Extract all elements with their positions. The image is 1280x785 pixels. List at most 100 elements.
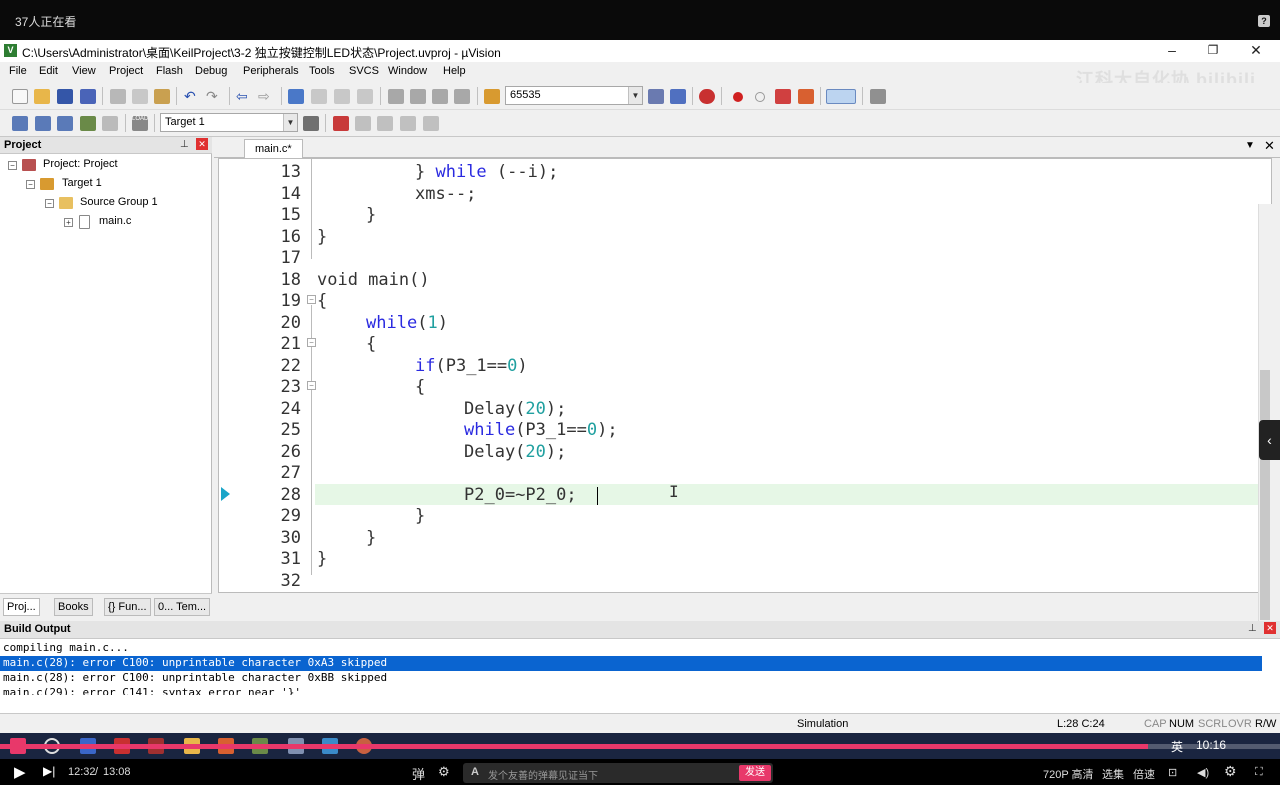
find-combo[interactable]: 65535 ▼ (505, 86, 643, 105)
fold-icon[interactable]: − (307, 338, 316, 347)
close-panel-icon[interactable]: ✕ (196, 138, 208, 150)
side-panel-toggle-icon[interactable]: ‹ (1259, 420, 1280, 460)
code-editor[interactable]: 13 14 15 16 17 18 19 20 21 22 23 24 25 2… (218, 158, 1272, 593)
menu-peripherals[interactable]: Peripherals (243, 65, 299, 77)
menu-window[interactable]: Window (388, 65, 427, 77)
menu-help[interactable]: Help (443, 65, 466, 77)
chevron-down-icon[interactable]: ▼ (628, 87, 642, 104)
menu-debug[interactable]: Debug (195, 65, 227, 77)
manage-rte-icon[interactable] (400, 116, 416, 131)
tab-templates[interactable]: 0... Tem... (154, 598, 211, 616)
build-output-line[interactable]: main.c(29): error C141: syntax error nea… (0, 686, 1262, 695)
speed-button[interactable]: 倍速 (1133, 766, 1155, 782)
manage-components-icon[interactable] (333, 116, 349, 131)
indent-icon[interactable] (388, 89, 404, 104)
open-folder-icon[interactable] (34, 89, 50, 104)
menu-view[interactable]: View (72, 65, 96, 77)
expand-icon[interactable]: + (64, 218, 73, 227)
stop-build-icon[interactable] (102, 116, 118, 131)
tab-project[interactable]: Proj... (3, 598, 40, 616)
fold-icon[interactable]: − (307, 381, 316, 390)
close-window-button[interactable]: ✕ (1246, 42, 1266, 58)
clear-bookmarks-icon[interactable] (357, 89, 373, 104)
input-language[interactable]: 英 (1171, 738, 1183, 755)
next-bookmark-icon[interactable] (334, 89, 350, 104)
incremental-find-icon[interactable] (670, 89, 686, 104)
redo-icon[interactable]: ↷ (206, 89, 222, 104)
danmaku-toggle-icon[interactable]: 弹 (412, 764, 425, 783)
tab-functions[interactable]: {} Fun... (104, 598, 151, 616)
file-extensions-icon[interactable] (355, 116, 371, 131)
prev-bookmark-icon[interactable] (311, 89, 327, 104)
menu-flash[interactable]: Flash (156, 65, 183, 77)
chevron-down-icon[interactable]: ▼ (283, 114, 297, 131)
find-icon[interactable] (648, 89, 664, 104)
build-icon[interactable] (35, 116, 51, 131)
editor-vertical-scroll-thumb[interactable] (1260, 370, 1270, 620)
menu-tools[interactable]: Tools (309, 65, 335, 77)
quality-select[interactable]: 720P 高清 (1043, 766, 1094, 782)
maximize-button[interactable]: ❐ (1203, 42, 1223, 58)
undo-icon[interactable]: ↶ (184, 89, 200, 104)
subtitle-icon[interactable]: ⊡ (1168, 766, 1177, 779)
find-in-files-icon[interactable] (484, 89, 500, 104)
collapse-icon[interactable]: − (26, 180, 35, 189)
target-options-icon[interactable] (303, 116, 319, 131)
menu-file[interactable]: File (9, 65, 27, 77)
fullscreen-icon[interactable]: ⛶ (1255, 766, 1263, 779)
build-output-line-selected[interactable]: main.c(28): error C100: unprintable char… (0, 656, 1262, 671)
cut-icon[interactable] (110, 89, 126, 104)
pack-installer-icon[interactable] (423, 116, 439, 131)
menu-edit[interactable]: Edit (39, 65, 58, 77)
tab-list-icon[interactable]: ▼ (1245, 140, 1255, 151)
disable-breakpoint-icon[interactable] (755, 92, 765, 102)
collapse-icon[interactable]: − (45, 199, 54, 208)
tab-main-c[interactable]: main.c* (244, 139, 303, 158)
comment-icon[interactable] (432, 89, 448, 104)
disable-all-breakpoints-icon[interactable] (798, 89, 814, 104)
collapse-icon[interactable]: − (8, 161, 17, 170)
kill-breakpoints-icon[interactable] (775, 89, 791, 104)
select-packs-icon[interactable] (377, 116, 393, 131)
pin-icon[interactable]: ⊥ (180, 139, 189, 150)
minimize-button[interactable]: – (1162, 42, 1182, 58)
bookmark-icon[interactable] (288, 89, 304, 104)
configure-icon[interactable] (870, 89, 886, 104)
send-danmaku-button[interactable]: 发送 (739, 765, 771, 781)
menu-svcs[interactable]: SVCS (349, 65, 379, 77)
fold-icon[interactable]: − (307, 295, 316, 304)
nav-forward-icon[interactable]: ⇨ (258, 89, 274, 104)
next-icon[interactable]: ▶| (43, 764, 55, 778)
window-layout-icon[interactable] (826, 89, 856, 104)
danmaku-settings-icon[interactable]: ⚙ (438, 764, 450, 780)
danmaku-style-icon[interactable]: A (471, 766, 479, 778)
play-icon[interactable]: ▶ (14, 763, 26, 781)
close-tab-icon[interactable]: ✕ (1264, 138, 1275, 154)
close-panel-icon[interactable]: ✕ (1264, 622, 1276, 634)
paste-icon[interactable] (154, 89, 170, 104)
volume-icon[interactable]: ◀) (1197, 766, 1209, 779)
nav-back-icon[interactable]: ⇦ (236, 89, 252, 104)
copy-icon[interactable] (132, 89, 148, 104)
breakpoint-icon[interactable] (733, 92, 743, 102)
pin-icon[interactable]: ⊥ (1248, 623, 1257, 634)
target-select[interactable]: Target 1 ▼ (160, 113, 298, 132)
uncomment-icon[interactable] (454, 89, 470, 104)
danmaku-input[interactable]: A 发个友善的弹幕见证当下 发送 (463, 763, 773, 783)
menu-project[interactable]: Project (109, 65, 143, 77)
translate-icon[interactable] (12, 116, 28, 131)
help-icon[interactable]: ? (1258, 15, 1270, 27)
batch-build-icon[interactable] (80, 116, 96, 131)
debug-session-icon[interactable] (699, 89, 715, 104)
settings-icon[interactable]: ⚙ (1224, 763, 1237, 780)
code-line-26: Delay(20); (464, 442, 567, 462)
rebuild-icon[interactable] (57, 116, 73, 131)
build-output-line[interactable]: main.c(28): error C100: unprintable char… (0, 671, 1262, 686)
save-all-icon[interactable] (80, 89, 96, 104)
unindent-icon[interactable] (410, 89, 426, 104)
episodes-button[interactable]: 选集 (1102, 766, 1124, 782)
save-icon[interactable] (57, 89, 73, 104)
new-file-icon[interactable] (12, 89, 28, 104)
tab-books[interactable]: Books (54, 598, 93, 616)
download-icon[interactable]: LOAD (132, 116, 148, 131)
